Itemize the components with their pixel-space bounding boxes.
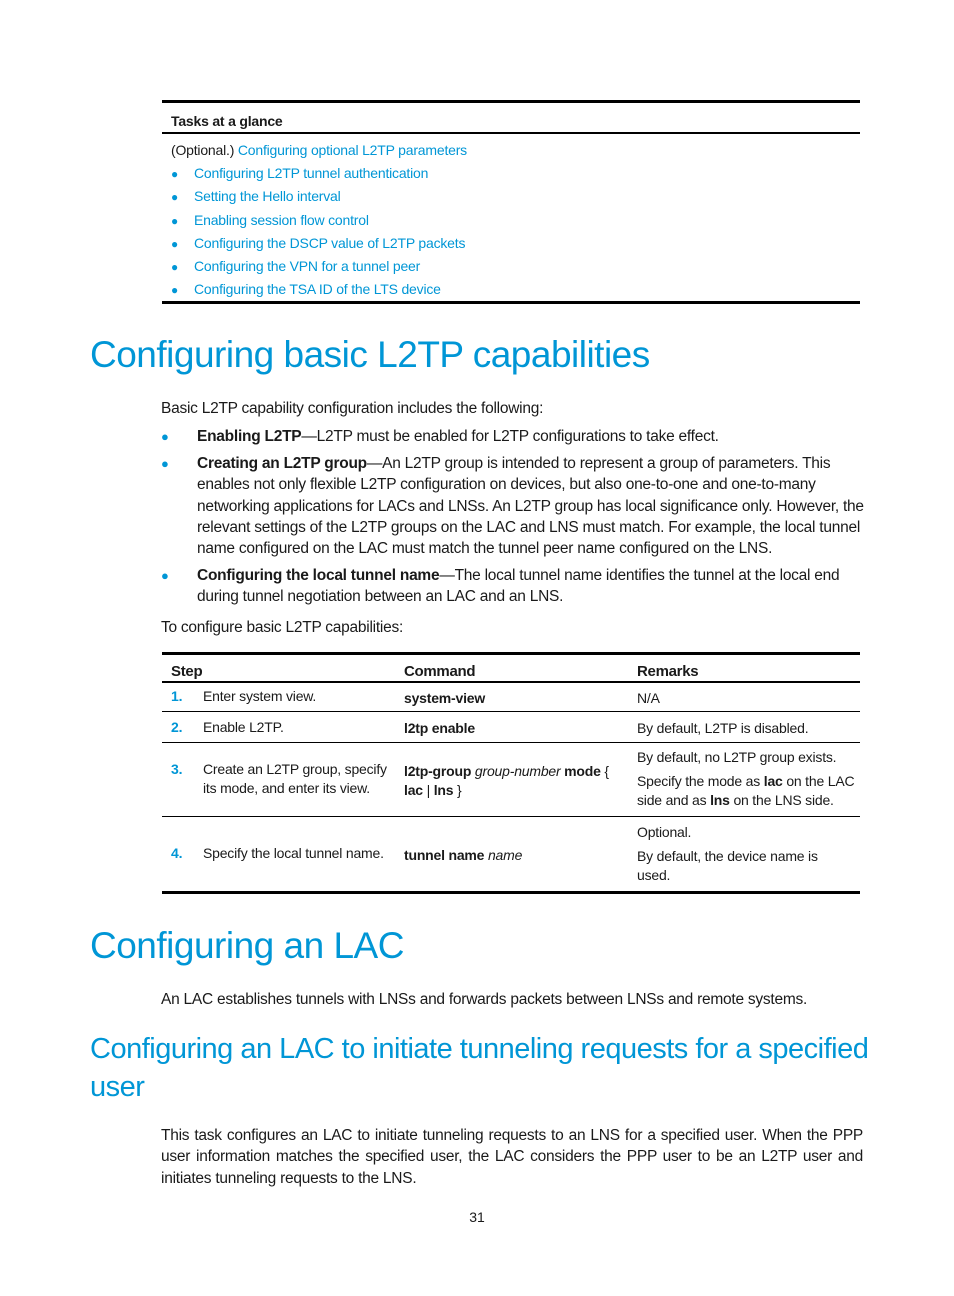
step-remarks: By default, no L2TP group exists. Specif… xyxy=(637,748,862,810)
section3-body: This task configures an LAC to initiate … xyxy=(161,1127,863,1187)
step-command: system-view xyxy=(404,690,486,706)
bullet-item: ● Configuring the local tunnel name—The … xyxy=(161,565,866,608)
table-row: 4. Specify the local tunnel name. tunnel… xyxy=(162,817,860,891)
glance-link[interactable]: Configuring the VPN for a tunnel peer xyxy=(194,258,420,274)
step-command: l2tp enable xyxy=(404,720,475,736)
glance-list-item: ● Configuring L2TP tunnel authentication xyxy=(162,162,860,185)
bullet-text: —L2TP must be enabled for L2TP configura… xyxy=(301,428,719,445)
bullet-term: Enabling L2TP xyxy=(197,428,302,445)
remark-line: Specify the mode as lac on the LAC side … xyxy=(637,773,855,808)
glance-optional-row: (Optional.) Configuring optional L2TP pa… xyxy=(162,139,860,162)
step-number: 1. xyxy=(171,688,183,704)
header-rule xyxy=(162,132,860,134)
glance-list-item: ● Configuring the DSCP value of L2TP pack… xyxy=(162,232,860,255)
step-command: tunnel name name xyxy=(404,847,523,863)
bullet-icon: ● xyxy=(161,456,169,471)
remark-line: Optional. xyxy=(637,824,692,840)
table-bottom-rule xyxy=(162,891,860,894)
step-command: l2tp-group group-number mode { lac | lns… xyxy=(404,763,609,798)
bullet-icon: ● xyxy=(171,167,179,182)
column-header-step: Step xyxy=(171,663,203,680)
glance-link[interactable]: Configuring the DSCP value of L2TP packe… xyxy=(194,235,465,251)
step-description: Create an L2TP group, specify its mode, … xyxy=(203,761,387,796)
table-row: 2. Enable L2TP. l2tp enable By default, … xyxy=(162,712,860,743)
table-row: 1. Enter system view. system-view N/A xyxy=(162,683,860,712)
page-number: 31 xyxy=(469,1209,485,1225)
glance-list-item: ● Enabling session flow control xyxy=(162,209,860,232)
glance-link[interactable]: Enabling session flow control xyxy=(194,212,369,228)
link-optional-l2tp-parameters[interactable]: Configuring optional L2TP parameters xyxy=(238,142,467,158)
bullet-term: Configuring the local tunnel name xyxy=(197,567,440,584)
table-header-row: Step Command Remarks xyxy=(162,655,860,681)
remark-line: By default, the device name is used. xyxy=(637,848,818,883)
table-row: 3. Create an L2TP group, specify its mod… xyxy=(162,743,860,817)
section2-intro: An LAC establishes tunnels with LNSs and… xyxy=(161,991,808,1008)
table-bottom-rule xyxy=(162,301,860,305)
glance-list-item: ● Setting the Hello interval xyxy=(162,185,860,208)
bullet-icon: ● xyxy=(171,259,179,274)
bullet-item: ● Enabling L2TP—L2TP must be enabled for… xyxy=(161,426,866,447)
step-description: Specify the local tunnel name. xyxy=(203,845,384,861)
tasks-at-a-glance-table: Tasks at a glance (Optional.) Configurin… xyxy=(162,100,860,305)
step-description: Enable L2TP. xyxy=(203,719,284,735)
optional-prefix: (Optional.) xyxy=(171,142,238,158)
steps-table: Step Command Remarks 1. Enter system vie… xyxy=(162,652,860,894)
glance-header: Tasks at a glance xyxy=(171,113,283,129)
bullet-icon: ● xyxy=(171,236,179,251)
section-title-configuring-lac: Configuring an LAC xyxy=(90,925,404,966)
column-header-remarks: Remarks xyxy=(637,663,699,680)
section-title-basic-l2tp: Configuring basic L2TP capabilities xyxy=(90,334,650,375)
bullet-item: ● Creating an L2TP group—An L2TP group i… xyxy=(161,453,866,559)
bullet-icon: ● xyxy=(161,568,169,583)
step-remarks: By default, L2TP is disabled. xyxy=(637,720,809,736)
glance-list-item: ● Configuring the VPN for a tunnel peer xyxy=(162,255,860,278)
step-remarks: N/A xyxy=(637,690,660,706)
bullet-icon: ● xyxy=(171,283,179,298)
glance-link[interactable]: Configuring L2TP tunnel authentication xyxy=(194,165,428,181)
glance-link[interactable]: Setting the Hello interval xyxy=(194,188,341,204)
step-description: Enter system view. xyxy=(203,688,317,704)
step-number: 3. xyxy=(171,761,183,777)
column-header-command: Command xyxy=(404,663,476,680)
section1-intro: Basic L2TP capability configuration incl… xyxy=(161,400,544,417)
bullet-icon: ● xyxy=(161,429,169,444)
bullet-term: Creating an L2TP group xyxy=(197,455,367,472)
step-number: 4. xyxy=(171,845,183,861)
subsection-title-lac-specified-user: Configuring an LAC to initiate tunneling… xyxy=(90,1033,869,1103)
remark-line: By default, no L2TP group exists. xyxy=(637,749,837,765)
step-remarks: Optional. By default, the device name is… xyxy=(637,823,837,885)
step-number: 2. xyxy=(171,719,183,735)
bullet-icon: ● xyxy=(171,190,179,205)
table-lead-text: To configure basic L2TP capabilities: xyxy=(161,619,404,636)
glance-link[interactable]: Configuring the TSA ID of the LTS device xyxy=(194,281,441,297)
glance-list-item: ● Configuring the TSA ID of the LTS devic… xyxy=(162,278,860,301)
bullet-icon: ● xyxy=(171,213,179,228)
